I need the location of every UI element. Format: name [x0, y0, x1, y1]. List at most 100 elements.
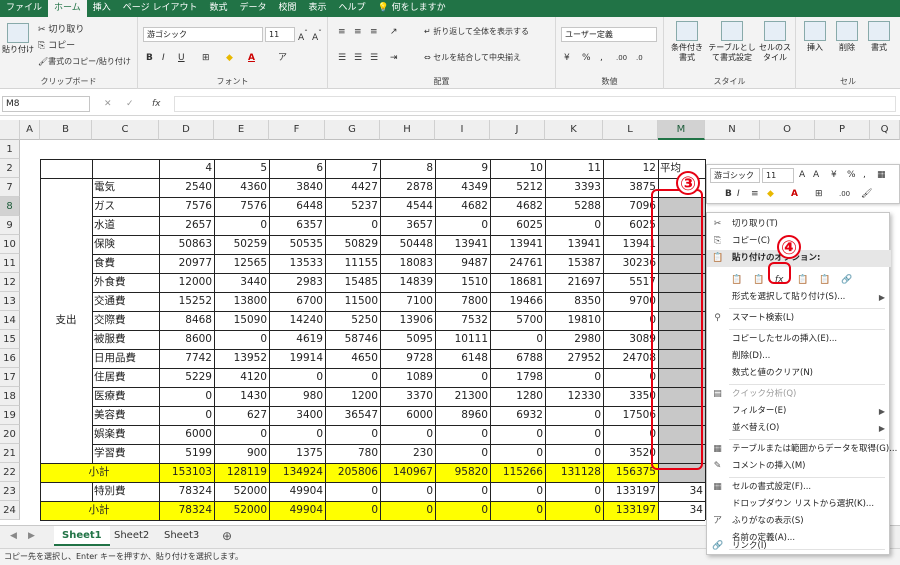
scroll-left-icon[interactable]: ◀ [10, 529, 17, 543]
value-cell[interactable]: 980 [269, 387, 325, 406]
row-header[interactable]: 14 [0, 311, 20, 330]
select-all-corner[interactable] [0, 120, 20, 140]
column-header-e[interactable]: E [214, 120, 269, 140]
value-cell[interactable]: 0 [490, 482, 545, 501]
mini-shrink-font-icon[interactable]: A [813, 168, 819, 182]
month-header[interactable]: 8 [380, 159, 435, 178]
menu-cut[interactable]: ✂ 切り取り(T) [707, 216, 891, 233]
value-cell[interactable]: 6448 [269, 197, 325, 216]
tab-formulas[interactable]: 数式 [203, 0, 233, 17]
conditional-format-button[interactable]: 条件付き書式 [668, 21, 706, 63]
merge-center-button[interactable]: ⇔ セルを結合して中央揃え [424, 51, 521, 65]
month-header[interactable]: 11 [545, 159, 603, 178]
value-cell[interactable]: 0 [214, 216, 269, 235]
value-cell[interactable]: 0 [380, 482, 435, 501]
tab-data[interactable]: データ [233, 0, 272, 17]
tab-home[interactable]: ホーム [48, 0, 87, 17]
category-name[interactable]: 日用品費 [92, 349, 159, 368]
row-header[interactable]: 12 [0, 273, 20, 292]
cancel-icon[interactable]: ✕ [104, 97, 112, 111]
value-cell[interactable]: 3350 [603, 387, 658, 406]
column-header-c[interactable]: C [92, 120, 159, 140]
value-cell[interactable]: 0 [435, 216, 490, 235]
value-cell[interactable]: 8600 [159, 330, 214, 349]
fill-color-icon[interactable]: ◆ [226, 51, 233, 65]
value-cell[interactable]: 6025 [603, 216, 658, 235]
value-cell[interactable]: 12565 [214, 254, 269, 273]
value-cell[interactable]: 9487 [435, 254, 490, 273]
align-left-icon[interactable]: ☰ [338, 51, 346, 65]
value-cell[interactable]: 4682 [435, 197, 490, 216]
menu-filter[interactable]: フィルター(E) ▶ [707, 403, 891, 420]
value-cell[interactable]: 6700 [269, 292, 325, 311]
row-header[interactable]: 21 [0, 444, 20, 463]
underline-button[interactable]: U [178, 51, 185, 65]
column-header-l[interactable]: L [603, 120, 658, 140]
subtotal-value[interactable]: 131128 [545, 463, 603, 482]
number-format-select[interactable]: ユーザー定義 [561, 27, 657, 42]
cell-styles-button[interactable]: セルのスタイル [756, 21, 794, 63]
value-cell[interactable]: 1798 [490, 368, 545, 387]
subtotal-value[interactable]: 128119 [214, 463, 269, 482]
value-cell[interactable]: 8350 [545, 292, 603, 311]
value-cell[interactable]: 0 [159, 406, 214, 425]
value-cell[interactable]: 4619 [269, 330, 325, 349]
phonetic-icon[interactable]: ア [278, 51, 287, 65]
copy-button[interactable]: ⎘ コピー [38, 39, 75, 53]
cut-button[interactable]: ✂ 切り取り [38, 23, 84, 37]
value-cell[interactable]: 3370 [380, 387, 435, 406]
column-header-a[interactable]: A [20, 120, 40, 140]
value-cell[interactable]: 14240 [269, 311, 325, 330]
tab-help[interactable]: ヘルプ [333, 0, 372, 17]
row-header[interactable]: 7 [0, 178, 20, 197]
category-name[interactable]: 住居費 [92, 368, 159, 387]
value-cell[interactable]: 7532 [435, 311, 490, 330]
value-cell[interactable]: 7576 [214, 197, 269, 216]
value-cell[interactable]: 3657 [380, 216, 435, 235]
average-value[interactable]: 34 [658, 482, 705, 501]
increase-decimal-icon[interactable]: .00 [616, 51, 627, 65]
row-header[interactable]: 22 [0, 463, 20, 482]
subtotal-value[interactable]: 52000 [214, 501, 269, 520]
value-cell[interactable]: 0 [214, 425, 269, 444]
category-name[interactable]: 特別費 [92, 482, 159, 501]
value-cell[interactable]: 3875 [603, 178, 658, 197]
mini-italic-button[interactable]: I [737, 187, 740, 201]
subtotal-value[interactable]: 0 [380, 501, 435, 520]
value-cell[interactable]: 12000 [159, 273, 214, 292]
value-cell[interactable]: 11500 [325, 292, 380, 311]
value-cell[interactable]: 0 [435, 368, 490, 387]
category-name[interactable]: 交際費 [92, 311, 159, 330]
column-header-o[interactable]: O [760, 120, 815, 140]
category-name[interactable]: 電気 [92, 178, 159, 197]
format-as-table-button[interactable]: テーブルとして書式設定 [708, 21, 756, 63]
value-cell[interactable]: 7742 [159, 349, 214, 368]
mini-comma-icon[interactable]: , [863, 168, 866, 182]
value-cell[interactable]: 50259 [214, 235, 269, 254]
value-cell[interactable]: 0 [545, 368, 603, 387]
month-header[interactable]: 6 [269, 159, 325, 178]
value-cell[interactable]: 13941 [603, 235, 658, 254]
value-cell[interactable]: 4120 [214, 368, 269, 387]
new-sheet-icon[interactable]: ⊕ [222, 529, 232, 543]
menu-delete[interactable]: 削除(D)... [707, 348, 891, 365]
value-cell[interactable]: 27952 [545, 349, 603, 368]
row-header[interactable]: 23 [0, 482, 20, 501]
category-name[interactable]: ガス [92, 197, 159, 216]
value-cell[interactable]: 3840 [269, 178, 325, 197]
format-cells-button[interactable]: 書式 [864, 21, 894, 53]
value-cell[interactable]: 0 [435, 482, 490, 501]
value-cell[interactable]: 0 [603, 425, 658, 444]
month-header[interactable]: 12 [603, 159, 658, 178]
menu-format-cells[interactable]: ▦ セルの書式設定(F)... [707, 479, 891, 496]
subtotal-value[interactable]: 115266 [490, 463, 545, 482]
tab-review[interactable]: 校閲 [272, 0, 302, 17]
subtotal-value[interactable]: 78324 [159, 501, 214, 520]
value-cell[interactable]: 13941 [490, 235, 545, 254]
value-cell[interactable]: 14839 [380, 273, 435, 292]
menu-insert-copied[interactable]: コピーしたセルの挿入(E)... [707, 331, 891, 348]
category-name[interactable]: 医療費 [92, 387, 159, 406]
mini-format-icon[interactable]: ▦ [877, 168, 886, 182]
value-cell[interactable]: 6000 [159, 425, 214, 444]
value-cell[interactable]: 0 [325, 482, 380, 501]
